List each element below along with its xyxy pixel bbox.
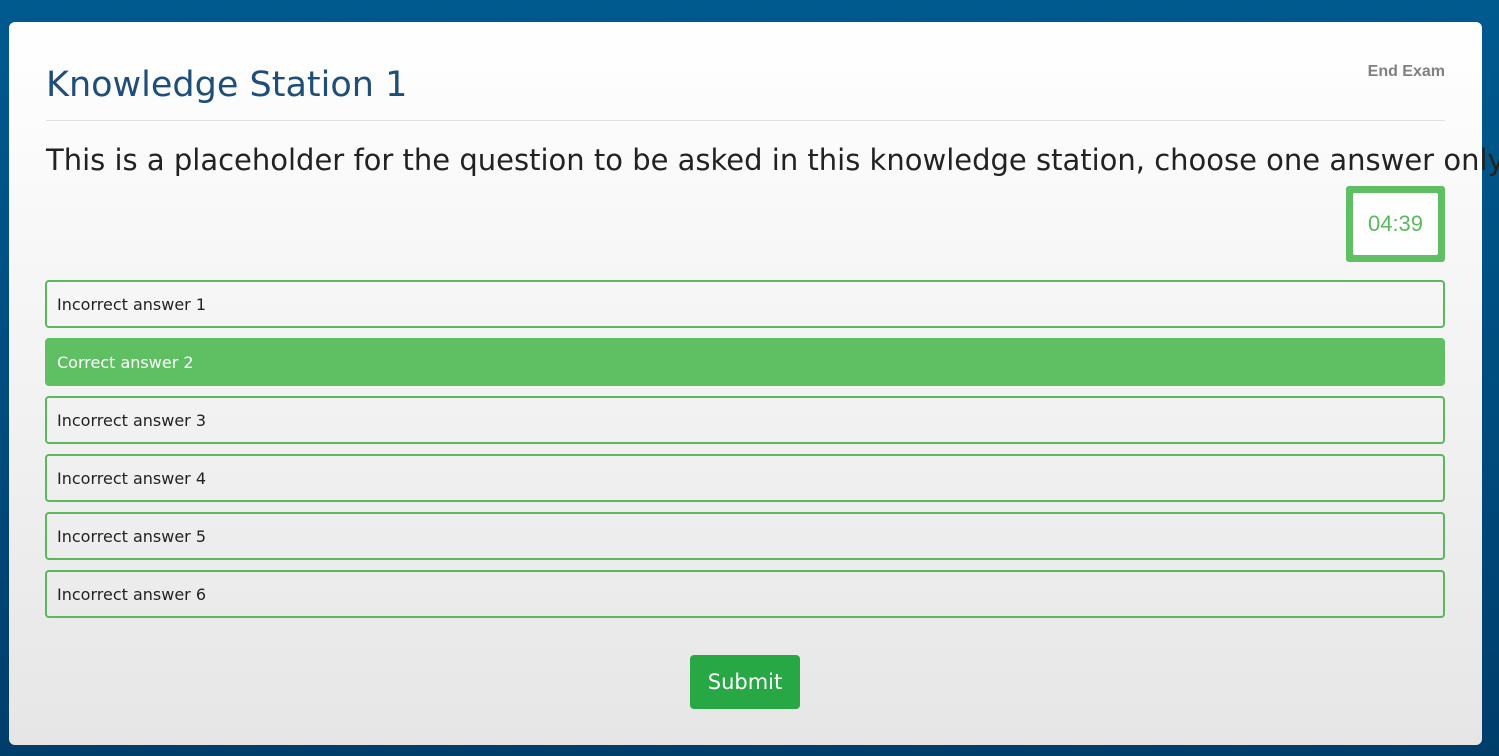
- end-exam-link[interactable]: End Exam: [1368, 63, 1445, 81]
- question-text: This is a placeholder for the question t…: [46, 143, 1499, 177]
- answer-label: Incorrect answer 5: [57, 526, 207, 546]
- answer-option-5[interactable]: Incorrect answer 5: [45, 512, 1445, 560]
- answer-label: Correct answer 2: [57, 352, 194, 372]
- answer-option-2[interactable]: Correct answer 2: [45, 338, 1445, 386]
- answer-option-6[interactable]: Incorrect answer 6: [45, 570, 1445, 618]
- exam-header: Knowledge Station 1 End Exam: [46, 62, 1445, 121]
- answer-label: Incorrect answer 6: [57, 584, 207, 604]
- answer-list: Incorrect answer 1 Correct answer 2 Inco…: [45, 280, 1445, 628]
- answer-option-1[interactable]: Incorrect answer 1: [45, 280, 1445, 328]
- answer-label: Incorrect answer 3: [57, 410, 207, 430]
- page-title: Knowledge Station 1: [46, 65, 408, 105]
- timer-value: 04:39: [1353, 193, 1438, 255]
- answer-label: Incorrect answer 1: [57, 294, 207, 314]
- countdown-timer: 04:39: [1346, 186, 1445, 262]
- answer-option-4[interactable]: Incorrect answer 4: [45, 454, 1445, 502]
- answer-label: Incorrect answer 4: [57, 468, 207, 488]
- answer-option-3[interactable]: Incorrect answer 3: [45, 396, 1445, 444]
- submit-button[interactable]: Submit: [690, 655, 800, 709]
- exam-card: Knowledge Station 1 End Exam This is a p…: [9, 22, 1499, 745]
